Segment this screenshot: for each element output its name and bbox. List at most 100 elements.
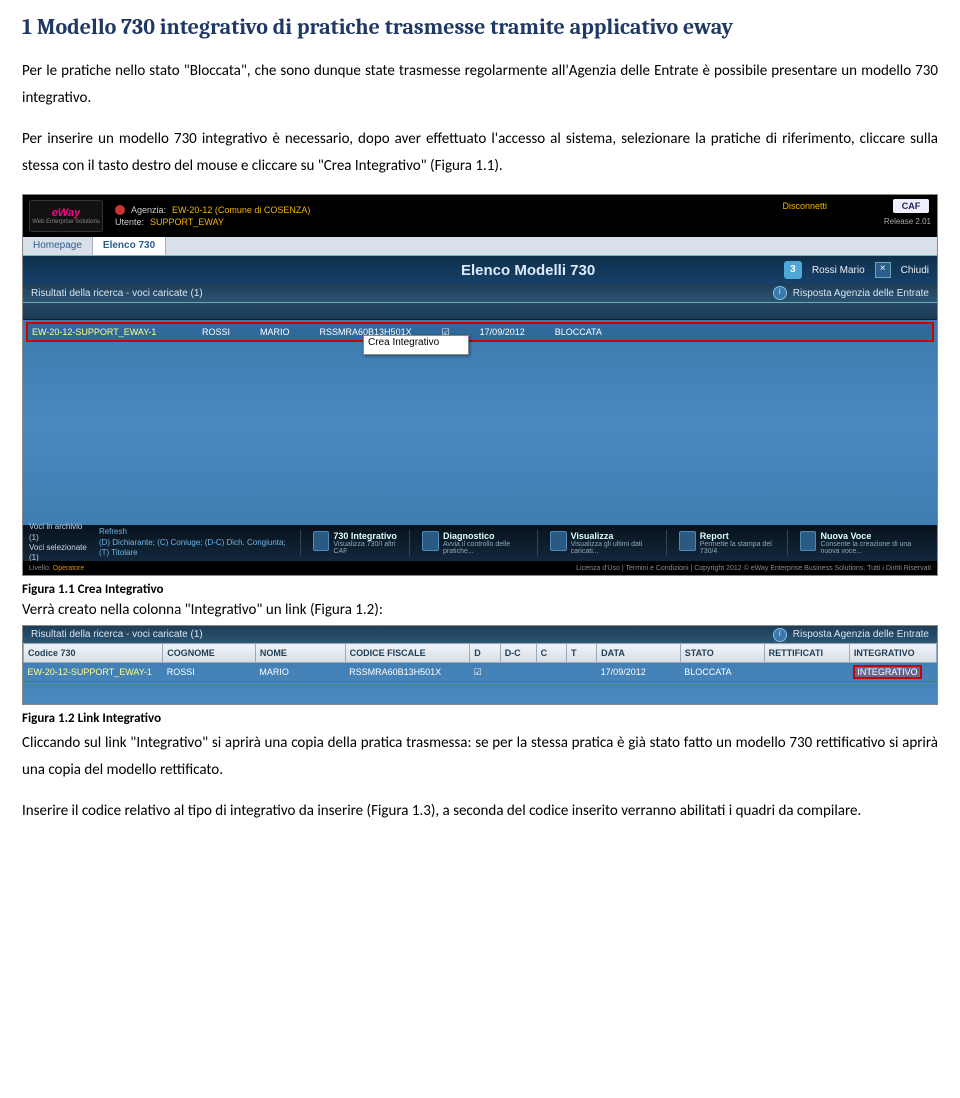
btn-sub: Visualizza 730/I altri CAF: [333, 541, 397, 555]
close-icon[interactable]: ×: [875, 262, 891, 278]
tab-homepage[interactable]: Homepage: [23, 237, 93, 255]
btn-report[interactable]: ReportPermette la stampa del 730/4: [679, 531, 775, 555]
info-icon[interactable]: i: [773, 286, 787, 300]
table-header-row: Codice 730 COGNOME NOME CODICE FISCALE D…: [24, 644, 937, 663]
termini-link[interactable]: Termini e Condizioni: [625, 565, 688, 572]
app-topbar: eWay Web Enterprise Solutions Agenzia: E…: [23, 195, 937, 237]
cell-cognome: ROSSI: [163, 663, 256, 682]
btn-sub: Avvia il controllo delle pratiche...: [443, 541, 525, 555]
info-icon[interactable]: i: [773, 628, 787, 642]
btn-sub: Visualizza gli ultimi dati caricati...: [571, 541, 655, 555]
window-title: Elenco Modelli 730: [461, 262, 595, 279]
legend-text: (D) Dichiarante; (C) Coniuge; (D-C) Dich…: [99, 538, 288, 559]
cell-codice: EW-20-12-SUPPORT_EWAY-1: [32, 327, 172, 337]
window-user: Rossi Mario: [812, 265, 865, 276]
agenzia-label: Agenzia:: [131, 205, 166, 215]
results-table: Codice 730 COGNOME NOME CODICE FISCALE D…: [23, 643, 937, 682]
paragraph-3: Cliccando sul link "Integrativo" si apri…: [22, 730, 938, 784]
cell-cf: RSSMRA60B13H501X: [345, 663, 470, 682]
cell-nome: MARIO: [255, 663, 345, 682]
risposta-link[interactable]: Risposta Agenzia delle Entrate: [793, 288, 929, 299]
results-bar-2: Risultati della ricerca - voci caricate …: [23, 626, 937, 643]
release-label: Release 2.01: [884, 217, 931, 226]
tab-bar: Homepage Elenco 730: [23, 237, 937, 256]
operatore-value: Operatore: [53, 565, 85, 572]
copyright: Copyright 2012 © eWay Enterprise Busines…: [694, 565, 931, 572]
top-labels: Agenzia: EW-20-12 (Comune di COSENZA) Ut…: [115, 205, 310, 227]
voci-archivio: Voci in archivio (1): [29, 522, 87, 543]
disconnect-link[interactable]: Disconnetti: [782, 201, 827, 211]
col-d[interactable]: D: [470, 644, 500, 663]
cell-stato: BLOCCATA: [680, 663, 764, 682]
btn-title: 730 Integrativo: [333, 531, 397, 541]
cell-rett: [764, 663, 849, 682]
separator: [537, 530, 538, 556]
paragraph-1: Per le pratiche nello stato "Bloccata", …: [22, 58, 938, 112]
diagnostic-icon: [422, 531, 439, 551]
brand-subtitle: Web Enterprise Solutions: [32, 219, 100, 225]
paragraph-4: Inserire il codice relativo al tipo di i…: [22, 798, 938, 825]
person-icon: [115, 205, 125, 215]
col-data[interactable]: DATA: [597, 644, 681, 663]
tab-elenco-730[interactable]: Elenco 730: [93, 237, 166, 255]
col-rettificati[interactable]: RETTIFICATI: [764, 644, 849, 663]
table-header-row: [23, 302, 937, 320]
results-label: Risultati della ricerca - voci caricate …: [31, 288, 203, 299]
livello-label: Livello:: [29, 565, 51, 572]
document-icon: [313, 531, 330, 551]
btn-730-integrativo[interactable]: 730 IntegrativoVisualizza 730/I altri CA…: [313, 531, 398, 555]
window-badge-number: 3: [784, 261, 802, 279]
refresh-link[interactable]: Refresh: [99, 527, 288, 537]
cell-c: [536, 663, 566, 682]
integrativo-link[interactable]: INTEGRATIVO: [853, 665, 921, 679]
col-stato[interactable]: STATO: [680, 644, 764, 663]
col-nome[interactable]: NOME: [255, 644, 345, 663]
col-cognome[interactable]: COGNOME: [163, 644, 256, 663]
voci-info: Voci in archivio (1) Voci selezionate (1…: [29, 522, 87, 564]
col-integrativo[interactable]: INTEGRATIVO: [849, 644, 936, 663]
cell-nome: MARIO: [260, 327, 290, 337]
brand-name: eWay: [52, 207, 81, 219]
table-row[interactable]: EW-20-12-SUPPORT_EWAY-1 ROSSI MARIO RSSM…: [26, 322, 934, 342]
btn-sub: Consente la creazione di una nuova voce.…: [820, 541, 931, 555]
btn-sub: Permette la stampa del 730/4: [700, 541, 775, 555]
app-footer: Livello: Operatore Licenza d'Uso | Termi…: [23, 561, 937, 575]
btn-title: Nuova Voce: [820, 531, 931, 541]
report-icon: [679, 531, 696, 551]
separator: [787, 530, 788, 556]
bottom-toolbar: Voci in archivio (1) Voci selezionate (1…: [23, 525, 937, 561]
figure-1-2-caption: Figura 1.2 Link Integrativo: [22, 711, 938, 726]
col-cf[interactable]: CODICE FISCALE: [345, 644, 470, 663]
col-dc[interactable]: D-C: [500, 644, 536, 663]
cell-integrativo-link[interactable]: INTEGRATIVO: [849, 663, 936, 682]
figure-1-1: eWay Web Enterprise Solutions Agenzia: E…: [22, 194, 938, 576]
app-logo: eWay Web Enterprise Solutions: [29, 200, 103, 232]
btn-title: Report: [700, 531, 775, 541]
cell-data: 17/09/2012: [480, 327, 525, 337]
utente-value[interactable]: SUPPORT_EWAY: [150, 217, 224, 227]
btn-diagnostico[interactable]: DiagnosticoAvvia il controllo delle prat…: [422, 531, 525, 555]
figure-1-2: Risultati della ricerca - voci caricate …: [22, 625, 938, 705]
figure-1-1-caption: Figura 1.1 Crea Integrativo: [22, 582, 938, 597]
cell-codice: EW-20-12-SUPPORT_EWAY-1: [24, 663, 163, 682]
chiudi-label[interactable]: Chiudi: [901, 265, 929, 276]
col-t[interactable]: T: [566, 644, 596, 663]
btn-visualizza[interactable]: VisualizzaVisualizza gli ultimi dati car…: [550, 531, 654, 555]
btn-title: Visualizza: [571, 531, 655, 541]
licenza-link[interactable]: Licenza d'Uso: [576, 565, 620, 572]
btn-nuova-voce[interactable]: Nuova VoceConsente la creazione di una n…: [800, 531, 931, 555]
cell-stato: BLOCCATA: [555, 327, 602, 337]
risposta-link-2[interactable]: Risposta Agenzia delle Entrate: [793, 629, 929, 640]
col-c[interactable]: C: [536, 644, 566, 663]
new-icon: [800, 531, 817, 551]
context-menu-crea-integrativo[interactable]: Crea Integrativo: [363, 335, 469, 355]
cell-dc: [500, 663, 536, 682]
col-codice730[interactable]: Codice 730: [24, 644, 163, 663]
table-row[interactable]: EW-20-12-SUPPORT_EWAY-1 ROSSI MARIO RSSM…: [24, 663, 937, 682]
paragraph-after-1: Verrà creato nella colonna "Integrativo"…: [22, 601, 938, 619]
section-heading: 1 Modello 730 integrativo di pratiche tr…: [22, 14, 938, 40]
agenzia-value[interactable]: EW-20-12 (Comune di COSENZA): [172, 205, 310, 215]
cell-cognome: ROSSI: [202, 327, 230, 337]
view-icon: [550, 531, 567, 551]
utente-label: Utente:: [115, 217, 144, 227]
